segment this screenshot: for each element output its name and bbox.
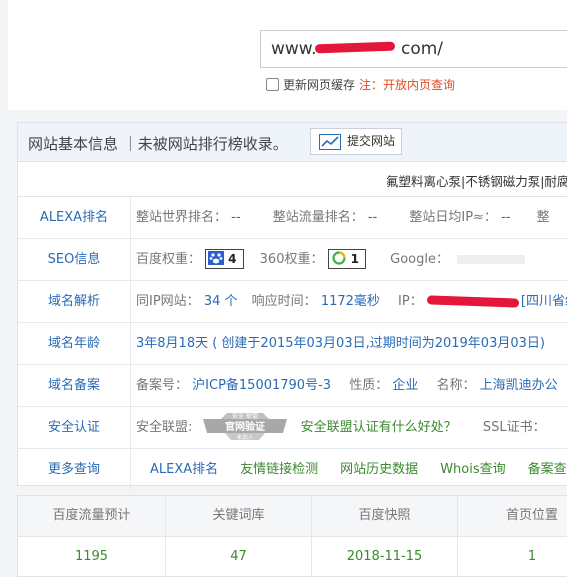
icp-row-content: 备案号： 沪ICP备15001790号-3 性质： 企业 名称： 上海凯迪办公 bbox=[136, 365, 558, 406]
chart-icon bbox=[319, 134, 341, 150]
seo-row-label[interactable]: SEO信息 bbox=[18, 239, 131, 280]
security-row-content: 安全联盟: 安全 联盟 官网验证 未加入 安全联盟认证有什么好处？ SSL证书： bbox=[136, 407, 546, 448]
url-prefix: www. bbox=[271, 39, 317, 59]
more-link-whois[interactable]: Whois查询 bbox=[440, 462, 505, 477]
r360-weight-key: 360权重： bbox=[259, 252, 324, 267]
same-ip-key: 同IP网站： bbox=[136, 294, 200, 309]
url-suffix: com/ bbox=[401, 39, 444, 59]
more-query-row-label[interactable]: 更多查询 bbox=[18, 449, 131, 490]
domain-resolve-row-content: 同IP网站： 34 个 响应时间： 1172毫秒 IP： [四川省绵 bbox=[136, 281, 567, 322]
seal-top-text: 安全 联盟 bbox=[232, 412, 258, 420]
refresh-cache-checkbox[interactable] bbox=[266, 78, 279, 91]
icp-nature-value: 企业 bbox=[392, 378, 419, 393]
stats-value-baidu-traffic[interactable]: 1195 bbox=[18, 537, 166, 577]
domain-resolve-row-label[interactable]: 域名解析 bbox=[18, 281, 131, 322]
stats-value-keywords[interactable]: 47 bbox=[166, 537, 312, 577]
panel-header: 网站基本信息 ｜未被网站排行榜收录。 提交网站 bbox=[18, 123, 567, 162]
baidu-weight-value: 4 bbox=[228, 251, 237, 266]
baidu-weight-badge[interactable]: 4 bbox=[205, 248, 244, 269]
stats-table: 百度流量预计 关键词库 百度快照 首页位置 1195 47 2018-11-15… bbox=[17, 495, 567, 577]
more-query-row: 更多查询 ALEXA排名 友情链接检测 网站历史数据 Whois查询 备案查 bbox=[18, 449, 567, 490]
official-verify-seal-icon[interactable]: 安全 联盟 官网验证 未加入 bbox=[201, 409, 289, 443]
more-query-links: ALEXA排名 友情链接检测 网站历史数据 Whois查询 备案查 bbox=[150, 449, 567, 490]
more-link-icp[interactable]: 备案查 bbox=[528, 462, 567, 477]
stats-value-homepage-position[interactable]: 1 bbox=[458, 537, 567, 577]
r360-weight-value: 1 bbox=[350, 251, 359, 266]
baidu-paw-icon bbox=[208, 250, 225, 265]
security-row: 安全认证 安全联盟: 安全 联盟 官网验证 未加入 安全联盟认证有什么好处？ S… bbox=[18, 407, 567, 449]
world-rank-value: -- bbox=[231, 210, 241, 225]
icp-number-value[interactable]: 沪ICP备15001790号-3 bbox=[192, 378, 331, 393]
site-info-panel: 网站基本信息 ｜未被网站排行榜收录。 提交网站 氟塑料离心泵|不锈钢磁力泵|耐腐… bbox=[17, 122, 567, 490]
stats-header-baidu-traffic: 百度流量预计 bbox=[18, 496, 166, 536]
security-union-benefit-link[interactable]: 安全联盟认证有什么好处？ bbox=[301, 420, 457, 435]
more-link-alexa[interactable]: ALEXA排名 bbox=[150, 462, 218, 477]
security-row-label[interactable]: 安全认证 bbox=[18, 407, 131, 448]
domain-resolve-row: 域名解析 同IP网站： 34 个 响应时间： 1172毫秒 IP： [四川省绵 bbox=[18, 281, 567, 323]
search-options: 更新网页缓存 注：开放内页查询 bbox=[266, 76, 455, 93]
note-prefix: 注： bbox=[359, 78, 384, 92]
icp-nature-key: 性质： bbox=[349, 378, 389, 393]
seal-main-text: 官网验证 bbox=[225, 420, 265, 433]
so360-icon bbox=[332, 250, 346, 265]
stats-value-snapshot[interactable]: 2018-11-15 bbox=[312, 537, 458, 577]
alexa-row-content: 整站世界排名： -- 整站流量排名： -- 整站日均IP≈： -- 整 bbox=[136, 197, 550, 238]
icp-number-key: 备案号： bbox=[136, 378, 189, 393]
icp-row-label[interactable]: 域名备案 bbox=[18, 365, 131, 406]
redaction-mark bbox=[314, 41, 396, 54]
world-rank-key: 整站世界排名： bbox=[136, 210, 228, 225]
ip-location: [四川省绵 bbox=[520, 294, 567, 309]
ip-key: IP： bbox=[398, 294, 423, 309]
traffic-rank-key: 整站流量排名： bbox=[272, 210, 364, 225]
refresh-cache-label[interactable]: 更新网页缓存 bbox=[283, 78, 355, 92]
domain-age-row-content: 3年8月18天 ( 创建于2015年03月03日,过期时间为2019年03月03… bbox=[136, 323, 545, 364]
traffic-rank-value: -- bbox=[367, 210, 378, 225]
ssl-cert-key: SSL证书： bbox=[482, 420, 546, 435]
daily-ip-value: -- bbox=[501, 210, 511, 225]
url-input[interactable]: www. com/ bbox=[260, 30, 567, 68]
daily-ip-key: 整站日均IP≈： bbox=[409, 210, 497, 225]
icp-name-value: 上海凯迪办公 bbox=[479, 378, 558, 393]
domain-age-row-label[interactable]: 域名年龄 bbox=[18, 323, 131, 364]
seal-bottom-text: 未加入 bbox=[236, 433, 253, 441]
response-time-key: 响应时间： bbox=[251, 294, 317, 309]
more-link-history[interactable]: 网站历史数据 bbox=[340, 462, 418, 477]
stats-header-keywords: 关键词库 bbox=[166, 496, 312, 536]
domain-age-row: 域名年龄 3年8月18天 ( 创建于2015年03月03日,过期时间为2019年… bbox=[18, 323, 567, 365]
search-area: www. com/ 更新网页缓存 注：开放内页查询 bbox=[8, 0, 567, 110]
domain-age-value: 3年8月18天 ( 创建于2015年03月03日,过期时间为2019年03月03… bbox=[136, 336, 545, 351]
alexa-row: ALEXA排名 整站世界排名： -- 整站流量排名： -- 整站日均IP≈： -… bbox=[18, 197, 567, 239]
alexa-row-label[interactable]: ALEXA排名 bbox=[18, 197, 131, 238]
panel-title: 网站基本信息 ｜未被网站排行榜收录。 bbox=[28, 135, 288, 153]
ad-links[interactable]: 氟塑料离心泵|不锈钢磁力泵|耐腐 bbox=[386, 171, 567, 190]
security-union-key: 安全联盟: bbox=[136, 420, 193, 435]
stats-header-snapshot: 百度快照 bbox=[312, 496, 458, 536]
google-key: Google： bbox=[390, 252, 449, 267]
r360-weight-badge[interactable]: 1 bbox=[327, 248, 366, 269]
icp-name-key: 名称： bbox=[436, 378, 476, 393]
inner-page-query-link[interactable]: 开放内页查询 bbox=[383, 78, 455, 92]
stats-header-homepage-position: 首页位置 bbox=[505, 508, 558, 523]
google-rank-bar bbox=[457, 255, 526, 264]
icp-row: 域名备案 备案号： 沪ICP备15001790号-3 性质： 企业 名称： 上海… bbox=[18, 365, 567, 407]
response-time-value: 1172毫秒 bbox=[320, 294, 380, 309]
baidu-weight-key: 百度权重： bbox=[136, 252, 202, 267]
alexa-trailing-text: 整 bbox=[536, 210, 550, 225]
submit-site-button[interactable]: 提交网站 bbox=[310, 128, 402, 155]
redaction-mark bbox=[426, 295, 520, 308]
seo-row-content: 百度权重： 4 360权重： 1 Google： bbox=[136, 239, 526, 280]
more-link-friend-links[interactable]: 友情链接检测 bbox=[240, 462, 318, 477]
submit-site-label: 提交网站 bbox=[347, 134, 396, 148]
seo-row: SEO信息 百度权重： 4 360权重： 1 Google： bbox=[18, 239, 567, 281]
same-ip-value[interactable]: 34 个 bbox=[204, 294, 238, 309]
ad-links-row: 氟塑料离心泵|不锈钢磁力泵|耐腐 bbox=[18, 161, 567, 197]
